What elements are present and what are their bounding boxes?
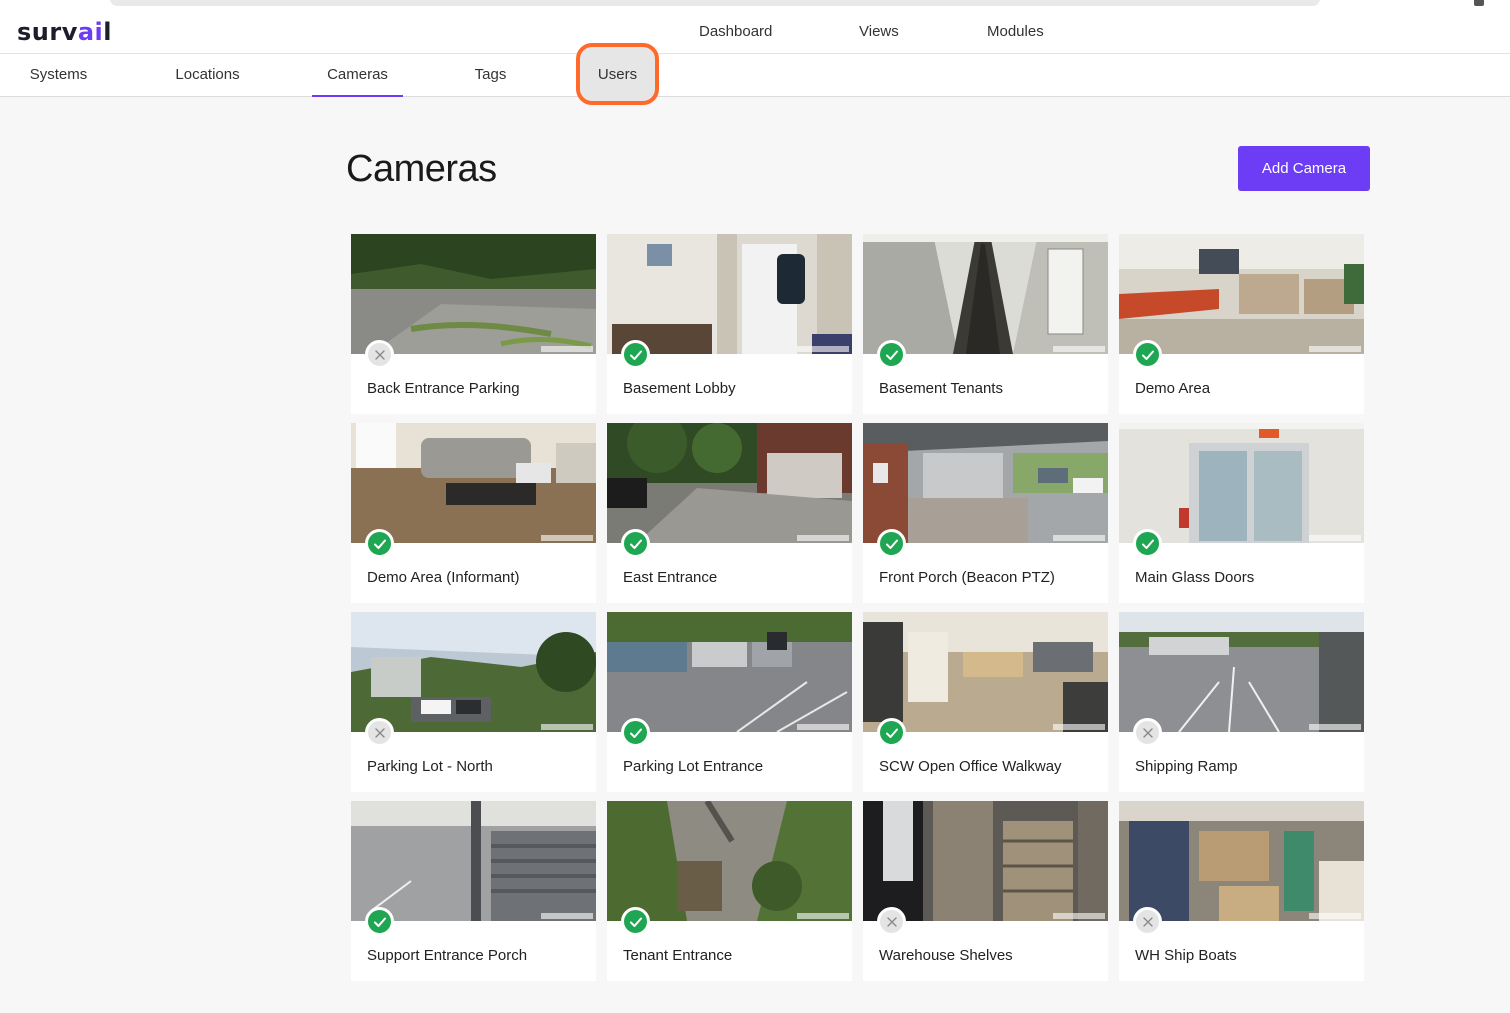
camera-name[interactable]: Basement Tenants xyxy=(879,380,1003,397)
status-offline-x-icon xyxy=(1133,718,1162,747)
browser-address-bar[interactable] xyxy=(110,0,1320,6)
camera-card[interactable]: East Entrance xyxy=(607,423,852,603)
camera-name[interactable]: Demo Area xyxy=(1135,380,1210,397)
camera-thumbnail[interactable] xyxy=(607,612,852,732)
camera-card[interactable]: Shipping Ramp xyxy=(1119,612,1364,792)
status-online-check-icon xyxy=(877,718,906,747)
camera-thumbnail[interactable] xyxy=(1119,801,1364,921)
add-camera-button[interactable]: Add Camera xyxy=(1238,146,1370,191)
browser-extension-icon[interactable] xyxy=(1474,0,1484,6)
status-offline-x-icon xyxy=(365,340,394,369)
topnav-views[interactable]: Views xyxy=(859,23,899,40)
camera-card[interactable]: Front Porch (Beacon PTZ) xyxy=(863,423,1108,603)
camera-thumbnail[interactable] xyxy=(1119,423,1364,543)
topnav-modules[interactable]: Modules xyxy=(987,23,1044,40)
camera-card[interactable]: Basement Tenants xyxy=(863,234,1108,414)
camera-card[interactable]: Support Entrance Porch xyxy=(351,801,596,981)
camera-name[interactable]: Back Entrance Parking xyxy=(367,380,520,397)
camera-name[interactable]: East Entrance xyxy=(623,569,717,586)
camera-name[interactable]: Main Glass Doors xyxy=(1135,569,1254,586)
camera-thumbnail[interactable] xyxy=(1119,234,1364,354)
camera-card[interactable]: Basement Lobby xyxy=(607,234,852,414)
camera-card[interactable]: WH Ship Boats xyxy=(1119,801,1364,981)
camera-grid: Back Entrance Parking Basement Lobby Basem… xyxy=(351,234,1365,981)
status-online-check-icon xyxy=(1133,529,1162,558)
camera-thumbnail[interactable] xyxy=(863,234,1108,354)
camera-thumbnail[interactable] xyxy=(863,612,1108,732)
camera-card[interactable]: Demo Area xyxy=(1119,234,1364,414)
camera-thumbnail[interactable] xyxy=(351,612,596,732)
camera-card[interactable]: Parking Lot Entrance xyxy=(607,612,852,792)
status-online-check-icon xyxy=(365,907,394,936)
camera-card[interactable]: Parking Lot - North xyxy=(351,612,596,792)
settings-subnav: Systems Locations Cameras Tags xyxy=(0,54,1510,97)
camera-thumbnail[interactable] xyxy=(607,423,852,543)
tab-tags[interactable]: Tags xyxy=(455,54,526,97)
camera-name[interactable]: Tenant Entrance xyxy=(623,947,732,964)
camera-name[interactable]: Basement Lobby xyxy=(623,380,736,397)
topnav-dashboard[interactable]: Dashboard xyxy=(699,23,772,40)
status-offline-x-icon xyxy=(365,718,394,747)
camera-thumbnail[interactable] xyxy=(351,801,596,921)
camera-name[interactable]: Front Porch (Beacon PTZ) xyxy=(879,569,1055,586)
camera-name[interactable]: Parking Lot - North xyxy=(367,758,493,775)
camera-name[interactable]: SCW Open Office Walkway xyxy=(879,758,1062,775)
camera-name[interactable]: Demo Area (Informant) xyxy=(367,569,520,586)
tab-cameras[interactable]: Cameras xyxy=(312,54,403,97)
camera-card[interactable]: SCW Open Office Walkway xyxy=(863,612,1108,792)
status-online-check-icon xyxy=(877,529,906,558)
camera-thumbnail[interactable] xyxy=(607,234,852,354)
camera-card[interactable]: Tenant Entrance xyxy=(607,801,852,981)
camera-thumbnail[interactable] xyxy=(863,801,1108,921)
status-online-check-icon xyxy=(1133,340,1162,369)
camera-card[interactable]: Back Entrance Parking xyxy=(351,234,596,414)
status-online-check-icon xyxy=(365,529,394,558)
camera-name[interactable]: WH Ship Boats xyxy=(1135,947,1237,964)
browser-chrome xyxy=(0,0,1510,10)
camera-card[interactable]: Warehouse Shelves xyxy=(863,801,1108,981)
status-online-check-icon xyxy=(877,340,906,369)
camera-thumbnail[interactable] xyxy=(1119,612,1364,732)
camera-name[interactable]: Shipping Ramp xyxy=(1135,758,1238,775)
camera-card[interactable]: Demo Area (Informant) xyxy=(351,423,596,603)
tab-users[interactable]: Users xyxy=(576,43,659,105)
tab-systems[interactable]: Systems xyxy=(10,54,107,97)
camera-thumbnail[interactable] xyxy=(863,423,1108,543)
status-online-check-icon xyxy=(621,529,650,558)
camera-name[interactable]: Warehouse Shelves xyxy=(879,947,1013,964)
camera-thumbnail[interactable] xyxy=(351,234,596,354)
status-online-check-icon xyxy=(621,718,650,747)
tab-locations[interactable]: Locations xyxy=(160,54,255,97)
camera-card[interactable]: Main Glass Doors xyxy=(1119,423,1364,603)
camera-name[interactable]: Support Entrance Porch xyxy=(367,947,527,964)
status-online-check-icon xyxy=(621,907,650,936)
status-online-check-icon xyxy=(621,340,650,369)
camera-thumbnail[interactable] xyxy=(607,801,852,921)
page-title: Cameras xyxy=(346,148,497,190)
status-offline-x-icon xyxy=(1133,907,1162,936)
top-bar: survail Dashboard Views Modules xyxy=(0,10,1510,54)
camera-name[interactable]: Parking Lot Entrance xyxy=(623,758,763,775)
camera-thumbnail[interactable] xyxy=(351,423,596,543)
status-offline-x-icon xyxy=(877,907,906,936)
survail-logo[interactable]: survail xyxy=(17,18,112,46)
